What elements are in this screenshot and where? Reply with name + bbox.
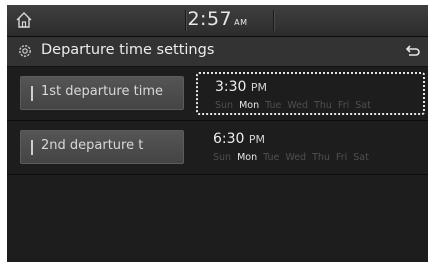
status-bar: 2:57 AM [7, 5, 428, 37]
departure-time: 6:30 PM [213, 131, 265, 147]
day-sat: Sat [353, 152, 369, 163]
departure-time: 3:30 PM [215, 79, 267, 95]
first-departure-button[interactable]: 1st departure time [20, 76, 184, 110]
second-departure-time-field[interactable]: 6:30 PM Sun Mon Tue Wed Thu Fri Sat [196, 126, 425, 169]
gear-icon [19, 45, 31, 57]
day-mon: Mon [237, 152, 258, 163]
time-ampm: PM [250, 81, 268, 94]
back-icon [405, 45, 420, 56]
time-value: 3:30 [215, 79, 247, 95]
screen: 2:57 AM Departure time settings 1st depar… [7, 5, 428, 262]
day-sun: Sun [213, 152, 232, 163]
time-value: 6:30 [213, 131, 245, 147]
day-mon: Mon [239, 100, 260, 111]
day-fri: Fri [335, 152, 348, 163]
clock: 2:57 AM [7, 8, 428, 30]
page-title: Departure time settings [41, 42, 215, 58]
day-fri: Fri [337, 100, 350, 111]
day-wed: Wed [285, 152, 307, 163]
weekday-list: Sun Mon Tue Wed Thu Fri Sat [213, 152, 375, 163]
title-bar: Departure time settings [7, 37, 428, 67]
day-tue: Tue [263, 152, 280, 163]
weekday-list: Sun Mon Tue Wed Thu Fri Sat [215, 100, 377, 111]
clock-time: 2:57 [187, 8, 233, 30]
day-wed: Wed [287, 100, 309, 111]
day-sat: Sat [355, 100, 371, 111]
day-thu: Thu [312, 152, 330, 163]
day-tue: Tue [265, 100, 282, 111]
departure-row-1: 1st departure time 3:30 PM Sun Mon Tue Wed T… [7, 68, 428, 119]
time-ampm: PM [248, 133, 266, 146]
second-departure-button[interactable]: 2nd departure t [20, 130, 184, 164]
indicator-bar [31, 140, 33, 155]
day-sun: Sun [215, 100, 234, 111]
back-button[interactable] [404, 42, 422, 60]
day-thu: Thu [314, 100, 332, 111]
second-departure-label: 2nd departure t [41, 138, 144, 153]
first-departure-time-field[interactable]: 3:30 PM Sun Mon Tue Wed Thu Fri Sat [196, 72, 425, 115]
row-divider [7, 120, 428, 121]
row-divider [7, 174, 428, 175]
departure-row-2: 2nd departure t 6:30 PM Sun Mon Tue Wed Thu F… [7, 122, 428, 173]
clock-ampm: AM [234, 18, 248, 27]
first-departure-label: 1st departure time [41, 84, 163, 99]
indicator-bar [31, 86, 33, 101]
